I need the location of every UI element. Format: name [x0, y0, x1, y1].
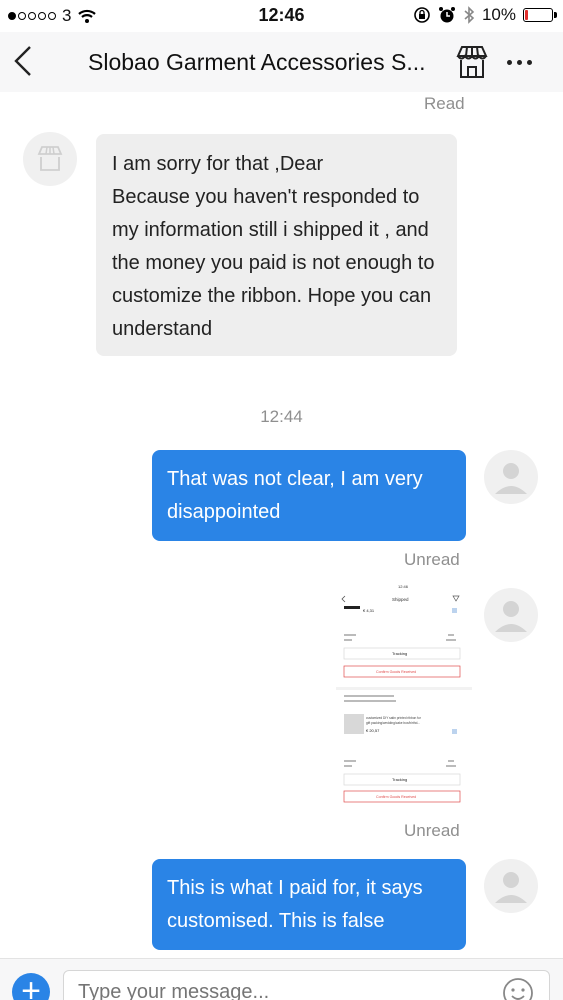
battery-percent: 10% — [481, 5, 516, 24]
user-icon — [495, 463, 527, 494]
alarm-icon — [438, 7, 455, 23]
shot-tracking-2: Tracking — [392, 777, 407, 782]
unread-receipt: Unread — [404, 550, 460, 569]
user-avatar[interactable] — [484, 450, 538, 504]
user-avatar[interactable] — [484, 859, 538, 913]
battery-icon — [523, 8, 557, 22]
store-icon — [37, 146, 63, 171]
buyer-message-bubble: That was not clear, I am very disappoint… — [152, 450, 466, 541]
shot-confirm-2: Confirm Goods Received — [376, 795, 416, 799]
add-attachment-button[interactable]: + — [12, 973, 50, 1000]
emoji-icon[interactable] — [502, 977, 534, 1000]
orientation-lock-icon — [414, 7, 430, 23]
status-indicators: 10% — [413, 5, 557, 25]
more-options-icon[interactable] — [507, 60, 532, 65]
message-input[interactable] — [63, 970, 550, 1000]
shot-time: 12:46 — [398, 584, 409, 589]
seller-avatar[interactable] — [23, 132, 77, 186]
back-chevron-icon[interactable] — [10, 44, 40, 78]
chat-title: Slobao Garment Accessories S... — [88, 49, 426, 75]
read-receipt: Read — [424, 94, 465, 113]
chat-header: Slobao Garment Accessories S... — [0, 32, 563, 92]
chat-thread[interactable]: Read I am sorry for that ,Dear Because y… — [0, 92, 563, 958]
message-composer: + — [0, 958, 563, 1000]
shot-price-1: € 4,31 — [363, 608, 375, 613]
buyer-message-bubble: This is what I paid for, it says customi… — [152, 859, 466, 950]
status-bar: 3 12:46 10% — [0, 0, 563, 32]
user-icon — [495, 872, 527, 903]
shot-product: customized DIY satin printed ribbon for … — [366, 716, 422, 725]
shot-title: Shipped — [392, 597, 409, 602]
attached-order-screenshot[interactable]: 12:46 Shipped € 4,31 Tracking Confirm Go… — [336, 582, 472, 820]
seller-message-bubble: I am sorry for that ,Dear Because you ha… — [96, 134, 457, 356]
user-avatar[interactable] — [484, 588, 538, 642]
message-timestamp: 12:44 — [260, 407, 303, 426]
shot-tracking-1: Tracking — [392, 651, 407, 656]
user-icon — [495, 601, 527, 632]
shot-confirm-1: Confirm Goods Received — [376, 670, 416, 674]
unread-receipt: Unread — [404, 821, 460, 840]
shot-price-2: € 20,57 — [366, 728, 380, 733]
store-icon[interactable] — [454, 44, 490, 80]
bluetooth-icon — [464, 6, 475, 24]
